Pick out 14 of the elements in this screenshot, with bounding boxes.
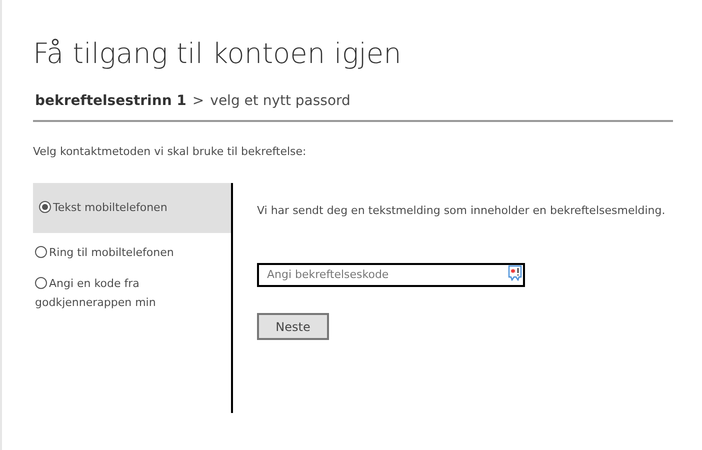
message-text: Vi har sendt deg en tekstmelding som inneholder en bekreftelsesmelding. [257,202,666,218]
instruction-text: Velg kontaktmetoden vi skal bruke til bekreftelse: [33,144,306,160]
separator: > [192,92,204,111]
code-field[interactable]: Angi bekreftelseskode [257,262,525,286]
form-fill-icon[interactable] [508,265,522,281]
next-step: velg et nytt passord [210,91,350,112]
current-step: bekreftelsestrinn 1 [35,91,186,112]
contact-method-option[interactable]: Ring til mobiltelefonen [35,243,225,262]
radio-icon[interactable] [35,276,47,288]
radio-selected-icon[interactable] [39,201,51,213]
radio-icon[interactable] [35,246,47,258]
contact-method-option[interactable]: Angi en kode fra godkjennerappen min [35,274,225,312]
page-title: Få tilgang til kontoen igjen [33,36,402,72]
next-button[interactable]: Neste [257,313,329,340]
